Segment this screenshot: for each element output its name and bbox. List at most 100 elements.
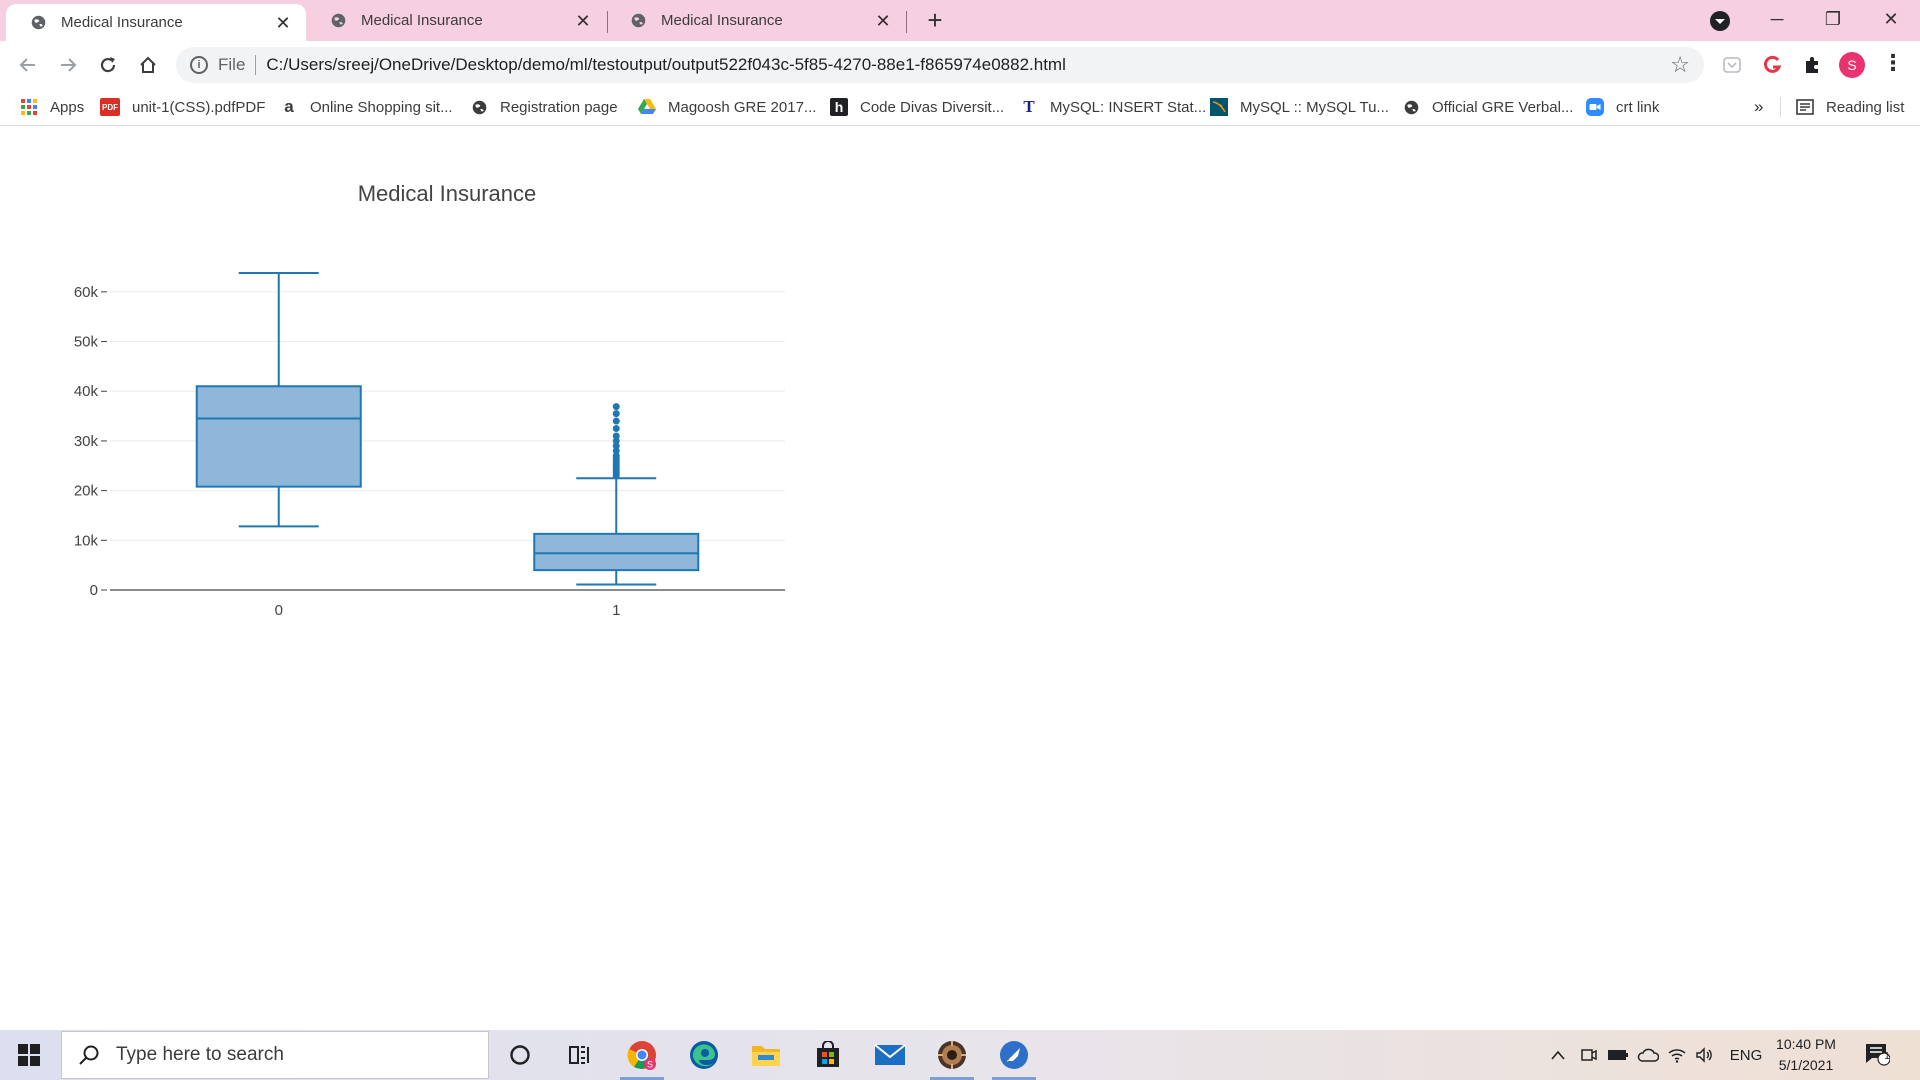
close-tab-icon[interactable]: ✕ — [574, 12, 592, 30]
iqr-box — [533, 532, 700, 572]
reload-button[interactable] — [92, 49, 124, 81]
bookmark-mysql-insert[interactable]: T MySQL: INSERT Stat... — [1020, 89, 1206, 125]
box-plot-chart: Medical Insurance 010k20k30k40k50k60k 01 — [74, 181, 785, 619]
windows-start-icon[interactable] — [18, 1044, 40, 1066]
tab-title: Medical Insurance — [661, 12, 783, 29]
tab-search-icon[interactable] — [1710, 11, 1730, 31]
bookmark-label: Official GRE Verbal... — [1432, 98, 1574, 116]
pocket-extension-icon[interactable] — [1717, 50, 1747, 80]
onedrive-cloud-icon[interactable] — [1636, 1044, 1660, 1066]
y-tick-label: 50k — [74, 334, 99, 351]
taskbar-clock[interactable]: 10:40 PM 5/1/2021 — [1768, 1034, 1844, 1076]
restore-icon[interactable]: ❐ — [1818, 4, 1848, 34]
close-tab-icon[interactable]: ✕ — [874, 12, 892, 30]
bookmarks-bar: Apps PDF unit-1(CSS).pdfPDF a Online Sho… — [0, 89, 1920, 126]
info-icon[interactable]: i — [190, 56, 208, 74]
battery-icon[interactable] — [1606, 1044, 1630, 1066]
outlier-point — [612, 432, 620, 440]
box-trace-1 — [533, 403, 700, 586]
bookmark-official-gre-verbal[interactable]: Official GRE Verbal... — [1402, 89, 1573, 125]
tab-medical-insurance-1[interactable]: Medical Insurance ✕ — [6, 4, 306, 41]
edge-icon[interactable] — [674, 1030, 734, 1080]
meet-now-icon[interactable] — [1578, 1044, 1600, 1066]
clock-date: 5/1/2021 — [1778, 1057, 1834, 1073]
address-bar[interactable]: i File C:/Users/sreej/OneDrive/Desktop/d… — [176, 47, 1704, 83]
notification-count: 1 — [1884, 1051, 1890, 1062]
tab-strip: Medical Insurance ✕ Medical Insurance ✕ … — [0, 0, 1920, 41]
taskbar-search-input[interactable]: Type here to search — [61, 1031, 489, 1079]
chrome-icon[interactable]: S — [612, 1030, 672, 1080]
y-tick-label: 30k — [74, 433, 99, 450]
home-button[interactable] — [132, 49, 164, 81]
language-indicator[interactable]: ENG — [1726, 1044, 1766, 1066]
outlier-point — [612, 417, 620, 425]
bookmarks-separator — [1780, 97, 1781, 117]
notification-center-icon[interactable]: 1 — [1864, 1042, 1892, 1068]
pdf-icon: PDF — [100, 98, 120, 116]
close-window-icon[interactable]: ✕ — [1876, 4, 1906, 34]
clock-time: 10:40 PM — [1776, 1036, 1836, 1052]
x-tick-label: 0 — [275, 602, 283, 619]
y-tick-label: 40k — [74, 383, 99, 400]
minimize-icon[interactable]: ─ — [1762, 4, 1792, 34]
y-tick-label: 20k — [74, 483, 99, 500]
reading-list-icon — [1796, 98, 1814, 116]
bookmark-registration-page[interactable]: Registration page — [470, 89, 618, 125]
taskbar-search-placeholder: Type here to search — [116, 1044, 284, 1065]
bookmark-label: Code Divas Diversit... — [860, 98, 1005, 116]
search-icon — [79, 1045, 99, 1065]
grammarly-extension-icon[interactable] — [1757, 50, 1787, 80]
tab-title: Medical Insurance — [361, 12, 483, 29]
back-button[interactable] — [12, 49, 44, 81]
extensions-puzzle-icon[interactable] — [1797, 50, 1827, 80]
forward-arrow-icon — [61, 58, 77, 72]
store-icon[interactable] — [798, 1030, 858, 1080]
profile-avatar[interactable]: S — [1839, 52, 1865, 78]
bookmark-label: Apps — [50, 98, 85, 116]
bookmark-code-divas[interactable]: h Code Divas Diversit... — [830, 89, 1004, 125]
bookmark-label: Registration page — [500, 98, 618, 116]
bookmark-label: unit-1(CSS).pdfPDF — [132, 98, 266, 116]
bookmark-crt-link[interactable]: crt link — [1586, 89, 1659, 125]
show-hidden-icons-chevron[interactable] — [1548, 1044, 1568, 1066]
box-traces — [195, 271, 700, 586]
task-view-icon[interactable] — [550, 1030, 610, 1080]
wifi-icon[interactable] — [1666, 1044, 1688, 1066]
x-axis: 01 — [275, 602, 621, 619]
back-arrow-icon — [19, 58, 35, 72]
windows-taskbar: Type here to search S ENG 10:40 PM 5/1/2… — [0, 1030, 1920, 1080]
tab-medical-insurance-3[interactable]: Medical Insurance ✕ — [606, 0, 906, 41]
more-bookmarks-chevron[interactable]: » — [1754, 97, 1763, 117]
iqr-box — [195, 385, 362, 488]
outlier-point — [612, 425, 620, 432]
rocket-app-icon[interactable] — [984, 1030, 1044, 1080]
reading-list-button[interactable]: Reading list — [1796, 89, 1904, 125]
bookmark-apps[interactable]: Apps — [20, 89, 84, 125]
file-scheme-label: File — [218, 55, 246, 74]
game-icon[interactable] — [922, 1030, 982, 1080]
bookmark-unit-1-css[interactable]: PDF unit-1(CSS).pdfPDF — [100, 89, 265, 125]
tab-title: Medical Insurance — [61, 14, 183, 31]
url-text[interactable]: C:/Users/sreej/OneDrive/Desktop/demo/ml/… — [266, 55, 1065, 75]
home-icon — [140, 56, 156, 73]
bookmark-label: Online Shopping sit... — [310, 98, 453, 116]
bookmark-mysql-tutorial[interactable]: MySQL :: MySQL Tu... — [1210, 89, 1389, 125]
bookmark-online-shopping[interactable]: a Online Shopping sit... — [280, 89, 453, 125]
new-tab-button[interactable]: + — [920, 6, 950, 36]
amazon-icon: a — [284, 97, 294, 116]
mail-icon[interactable] — [860, 1030, 920, 1080]
y-tick-label: 60k — [74, 284, 99, 301]
volume-icon[interactable] — [1694, 1044, 1716, 1066]
close-tab-icon[interactable]: ✕ — [274, 14, 292, 32]
bookmark-magoosh-gre[interactable]: Magoosh GRE 2017... — [638, 89, 816, 125]
cortana-icon[interactable] — [490, 1030, 550, 1080]
t-logo-icon: T — [1023, 97, 1035, 116]
bookmark-label: MySQL: INSERT Stat... — [1050, 98, 1207, 116]
reading-list-label: Reading list — [1826, 98, 1905, 116]
tab-medical-insurance-2[interactable]: Medical Insurance ✕ — [306, 0, 606, 41]
y-tick-label: 0 — [90, 582, 98, 599]
bookmark-star-icon[interactable]: ☆ — [1670, 54, 1690, 76]
more-menu-icon[interactable]: ⋮ — [1882, 52, 1904, 78]
forward-button[interactable] — [52, 49, 84, 81]
file-explorer-icon[interactable] — [736, 1030, 796, 1080]
